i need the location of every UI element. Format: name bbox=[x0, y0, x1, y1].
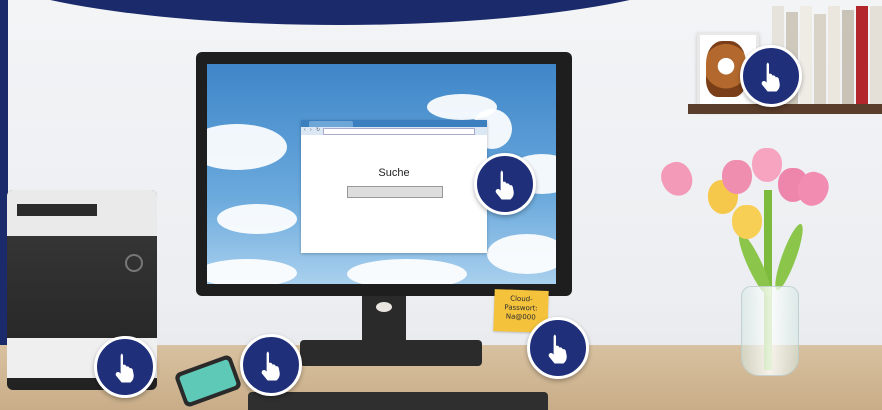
book bbox=[814, 14, 826, 104]
printer-hotspot-button[interactable] bbox=[94, 336, 156, 398]
tulip-flower bbox=[656, 157, 698, 201]
sticky-note-hotspot-button[interactable] bbox=[527, 317, 589, 379]
pointing-hand-icon bbox=[548, 334, 567, 364]
pointing-hand-icon bbox=[761, 62, 780, 92]
book bbox=[800, 6, 812, 104]
tulip-flower bbox=[752, 148, 782, 182]
keyboard bbox=[248, 392, 548, 410]
address-bar[interactable] bbox=[323, 128, 475, 135]
top-decorative-band bbox=[0, 0, 720, 25]
tulip-leaf bbox=[770, 221, 808, 293]
printer-paper-slot bbox=[17, 204, 97, 216]
book bbox=[870, 6, 882, 104]
pointing-hand-icon bbox=[115, 353, 134, 383]
glass-vase bbox=[741, 286, 799, 376]
photo-hotspot-button[interactable] bbox=[740, 45, 802, 107]
back-icon[interactable]: ‹ bbox=[304, 128, 309, 133]
browser-toolbar: ‹ › ↻ bbox=[301, 127, 487, 135]
pointing-hand-icon bbox=[495, 170, 514, 200]
browser-window: ‹ › ↻ Suche bbox=[301, 120, 487, 253]
monitor-stand-neck bbox=[362, 296, 406, 346]
wall-shelf bbox=[688, 104, 882, 114]
screen-hotspot-button[interactable] bbox=[474, 153, 536, 215]
pointing-hand-icon bbox=[261, 351, 280, 381]
search-heading: Suche bbox=[378, 167, 410, 179]
monitor-stand-foot bbox=[300, 340, 482, 366]
forward-icon[interactable]: › bbox=[310, 128, 315, 133]
reload-icon[interactable]: ↻ bbox=[316, 128, 321, 133]
book bbox=[828, 6, 840, 104]
search-input[interactable] bbox=[347, 186, 443, 198]
phone-hotspot-button[interactable] bbox=[240, 334, 302, 396]
office-desk-scene: ‹ › ↻ Suche Cloud- Passwort: Na@000 bbox=[0, 0, 882, 410]
printer-power-button bbox=[125, 254, 143, 272]
tulip-flower bbox=[732, 205, 762, 239]
browser-tab-bar bbox=[301, 120, 487, 127]
tulip-flower bbox=[722, 160, 752, 194]
book bbox=[856, 6, 868, 104]
book bbox=[842, 10, 854, 104]
